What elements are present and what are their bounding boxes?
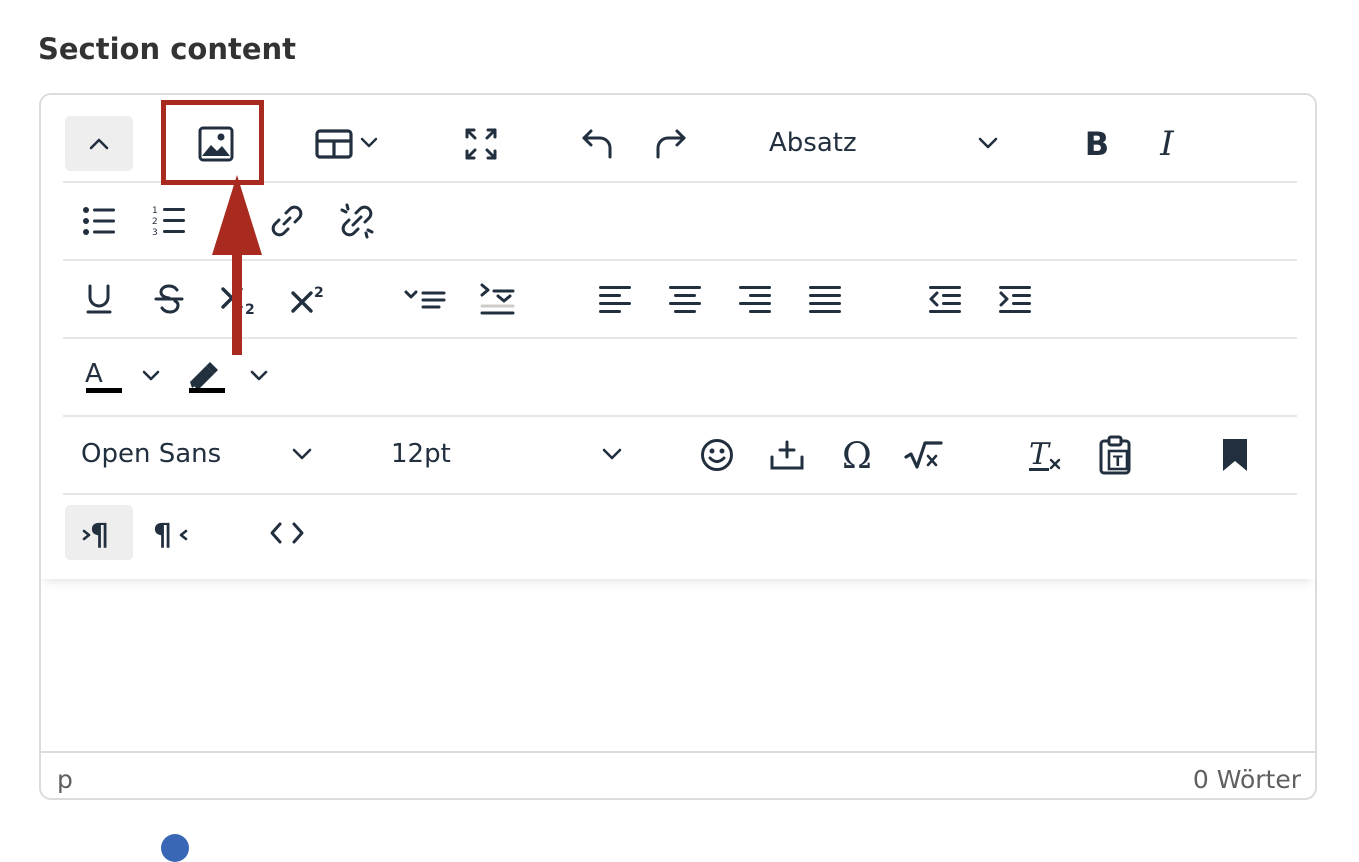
math-icon [904,440,943,469]
annotation-arrow-icon [212,175,262,355]
emoticons-button[interactable] [689,427,745,482]
highlight-color-icon [189,361,268,393]
bookmark-button[interactable] [1207,427,1263,482]
align-right-icon [739,285,771,313]
svg-text:¶: ¶ [90,518,109,553]
source-code-button[interactable] [257,505,317,560]
font-family-value: Open Sans [81,439,222,469]
insert-icon [770,440,804,469]
table-button[interactable] [307,116,389,171]
undo-icon [582,129,612,158]
chevron-down-icon [292,448,312,460]
align-right-button[interactable] [727,271,783,326]
link-icon [271,205,303,236]
word-count[interactable]: 0 Wörter [1193,765,1301,794]
svg-text:3: 3 [152,228,158,238]
annotation-highlight-box [161,100,264,185]
block-format-value: Absatz [769,128,857,158]
outdent-icon [929,285,961,313]
paragraph-rtl-icon: ¶ [153,518,188,553]
superscript-icon: 2 [291,285,324,313]
bold-button[interactable]: B [1067,116,1127,171]
font-size-select[interactable]: 12pt [379,427,633,482]
ltr-button[interactable] [395,271,455,326]
align-justify-button[interactable] [797,271,853,326]
text-color-button[interactable]: A [71,349,171,404]
toolbar-divider [63,415,1297,417]
table-icon [315,128,378,159]
rtl-button[interactable] [467,271,527,326]
unlink-button[interactable] [329,193,385,248]
indent-icon [999,285,1031,313]
toolbar-divider [63,493,1297,495]
svg-text:¶: ¶ [153,518,172,553]
section-title: Section content [38,32,297,66]
rtl-icon [480,283,515,314]
svg-text:T: T [1029,437,1051,472]
math-equation-button[interactable] [893,427,953,482]
bookmark-icon [1223,438,1247,471]
ltr-icon [404,290,446,308]
italic-button[interactable]: I [1137,116,1197,171]
svg-text:A: A [85,359,103,389]
fullscreen-icon [465,128,497,159]
paragraph-rtl-button[interactable]: ¶ [141,505,201,560]
link-button[interactable] [259,193,315,248]
align-left-button[interactable] [587,271,643,326]
info-icon[interactable] [161,834,189,862]
font-family-select[interactable]: Open Sans [69,427,323,482]
paste-text-icon: T [1099,435,1131,474]
chevron-down-icon [978,137,998,149]
underline-button[interactable] [71,271,127,326]
paragraph-ltr-button[interactable]: ¶ [65,505,133,560]
editor-statusbar: p 0 Wörter [41,751,1315,798]
editor-content-area[interactable] [41,579,1315,751]
numbered-list-icon: 1 2 3 [152,206,185,238]
strikethrough-button[interactable] [141,271,197,326]
highlight-color-button[interactable] [175,349,275,404]
align-left-icon [599,285,631,313]
bold-icon: B [1084,124,1110,163]
align-center-button[interactable] [657,271,713,326]
numbered-list-button[interactable]: 1 2 3 [141,193,197,248]
code-icon [270,522,304,543]
toggle-toolbar-button[interactable] [65,116,133,171]
block-format-select[interactable]: Absatz [757,116,1013,171]
redo-button[interactable] [641,116,701,171]
omega-icon: Ω [842,436,872,477]
unlink-icon [340,203,374,238]
bullet-list-button[interactable] [71,193,127,248]
svg-text:T: T [1113,454,1123,470]
align-center-icon [669,285,701,313]
chevron-down-icon [602,448,622,460]
element-path[interactable]: p [57,765,73,794]
special-character-button[interactable]: Ω [831,427,887,482]
clear-format-icon: T [1029,437,1061,472]
svg-text:2: 2 [152,217,158,227]
align-justify-icon [809,285,841,313]
svg-text:Ω: Ω [842,436,872,477]
bullet-list-icon [83,206,115,235]
superscript-button[interactable]: 2 [281,271,337,326]
svg-text:2: 2 [314,285,324,301]
italic-icon: I [1160,123,1174,164]
clear-formatting-button[interactable]: T [1017,427,1073,482]
underline-icon [86,284,112,313]
indent-button[interactable] [987,271,1043,326]
font-size-value: 12pt [391,439,451,469]
paste-as-text-button[interactable]: T [1087,427,1143,482]
undo-button[interactable] [567,116,627,171]
outdent-button[interactable] [917,271,973,326]
emoticon-icon [701,438,733,471]
text-color-icon: A [85,359,160,393]
fullscreen-button[interactable] [451,116,511,171]
chevron-up-icon [89,138,109,149]
svg-text:1: 1 [152,206,158,216]
paragraph-ltr-icon: ¶ [82,518,109,553]
strikethrough-icon [154,283,184,314]
redo-icon [656,129,686,158]
insert-button[interactable] [759,427,815,482]
